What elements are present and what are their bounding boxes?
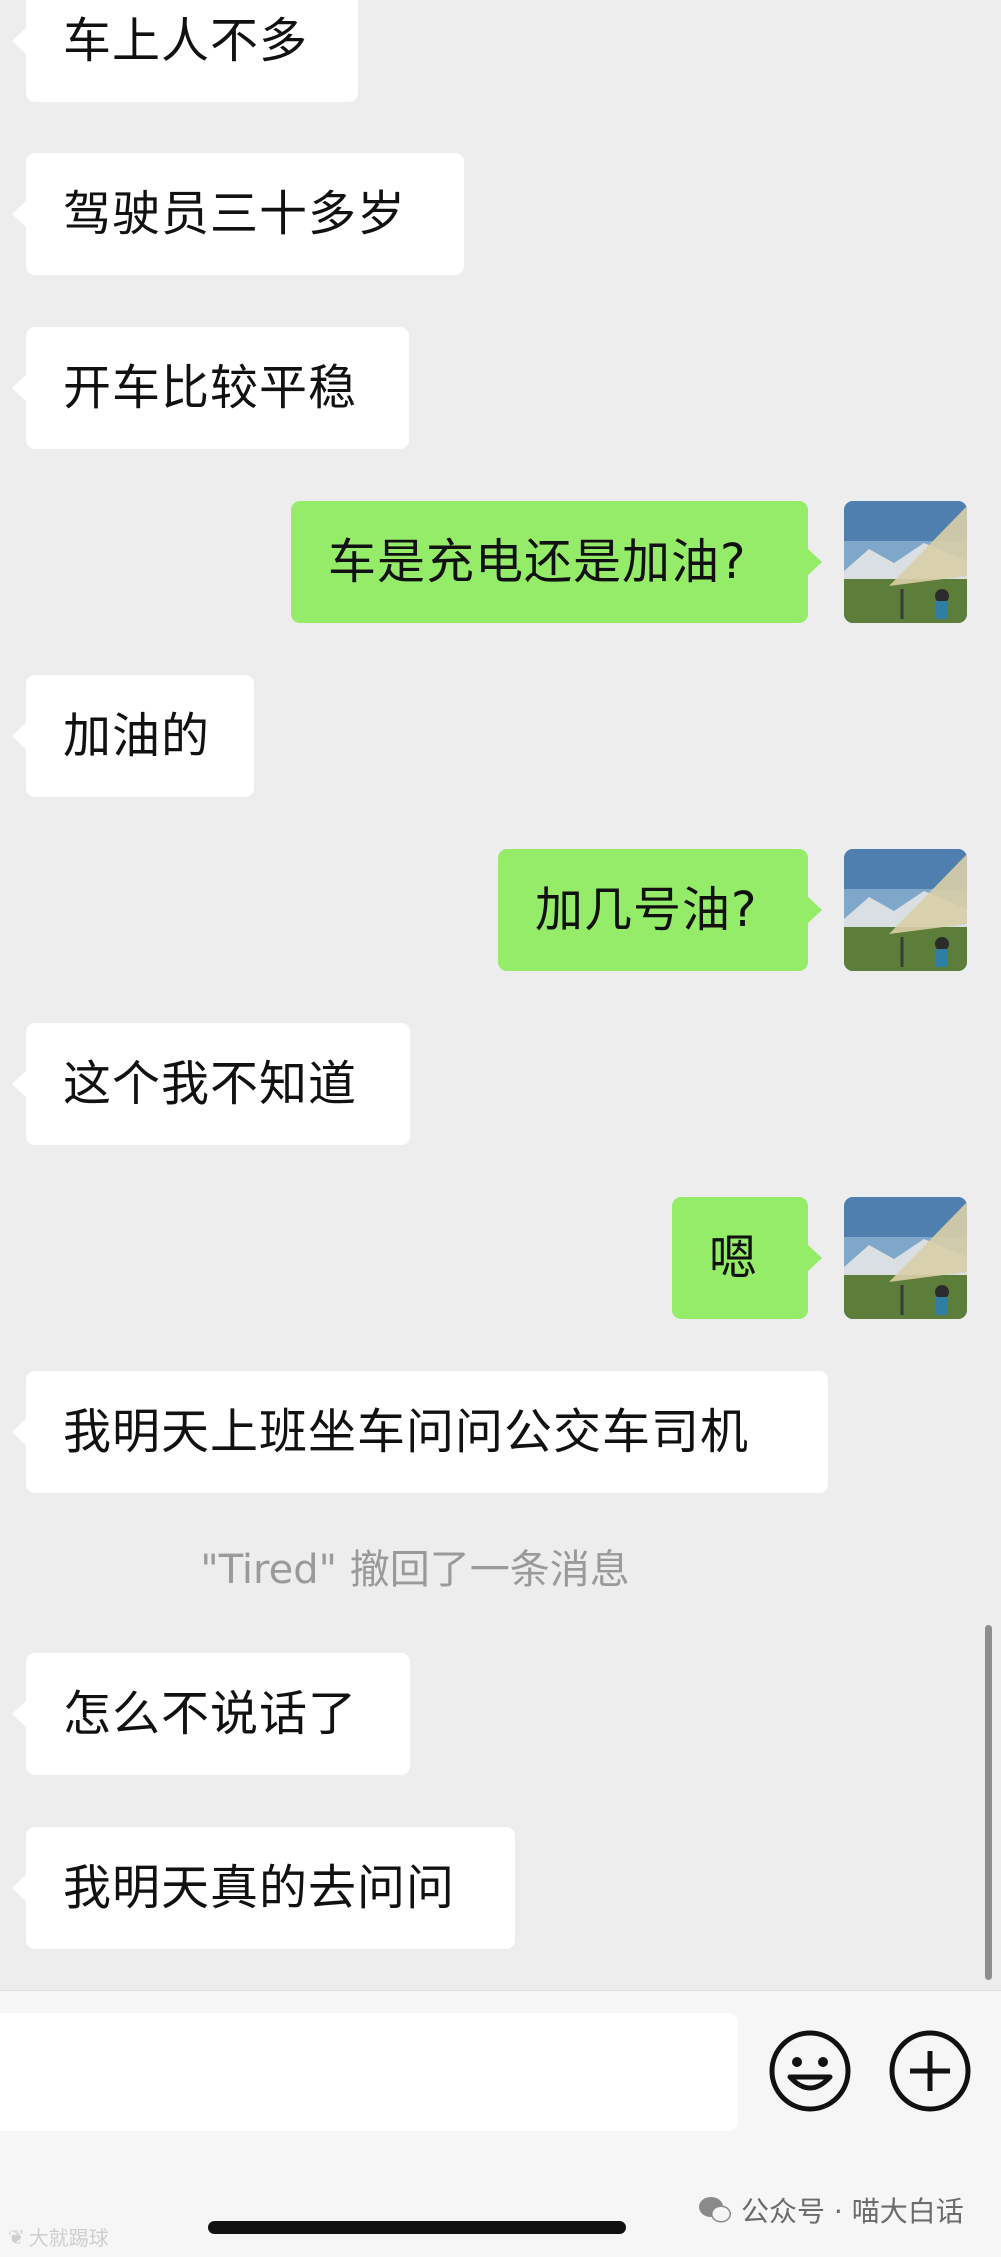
message-bubble-incoming[interactable]: 这个我不知道 <box>12 1023 410 1145</box>
message-bubble-incoming[interactable]: 驾驶员三十多岁 <box>12 153 464 275</box>
watermark-text: 大就踢球 <box>28 2226 109 2250</box>
message-bubble-incoming[interactable]: 我明天上班坐车问问公交车司机 <box>12 1371 828 1493</box>
message-text: 这个我不知道 <box>63 1056 358 1112</box>
watermark-text: 公众号 · 喵大白话 <box>741 2195 964 2228</box>
message-bubble-incoming[interactable]: 车上人不多 <box>12 0 358 102</box>
user-avatar[interactable] <box>844 501 967 623</box>
message-text: 加几号油? <box>535 882 758 938</box>
avatar-photo <box>844 849 967 971</box>
message-bubble-incoming[interactable]: 怎么不说话了 <box>12 1653 410 1775</box>
message-text: 驾驶员三十多岁 <box>63 186 407 242</box>
message-bubble-outgoing[interactable]: 车是充电还是加油? <box>291 501 822 623</box>
wechat-icon <box>699 2197 731 2223</box>
scrollbar[interactable] <box>985 1625 992 1980</box>
watermark-right: 公众号 · 喵大白话 <box>697 2190 964 2230</box>
message-text: 加油的 <box>63 708 211 764</box>
recall-notice: "Tired" 撤回了一条消息 <box>200 1547 630 1593</box>
user-avatar[interactable] <box>844 1197 967 1319</box>
message-text: 开车比较平稳 <box>63 360 358 416</box>
watermark-left: ❦ 大就踢球 <box>8 2222 109 2251</box>
message-input[interactable] <box>0 2013 738 2131</box>
message-text: 怎么不说话了 <box>63 1686 358 1742</box>
message-bubble-incoming[interactable]: 我明天真的去问问 <box>12 1827 515 1949</box>
message-bubble-outgoing[interactable]: 加几号油? <box>498 849 822 971</box>
message-bubble-outgoing[interactable]: 嗯 <box>672 1197 822 1319</box>
chat-history[interactable]: 车上人不多 驾驶员三十多岁 开车比较平稳 车是充电还是加油? 加油的 加几号油?… <box>0 0 1001 1990</box>
watermark-logo-icon: ❦ <box>8 2224 25 2249</box>
user-avatar[interactable] <box>844 849 967 971</box>
home-indicator <box>208 2221 626 2234</box>
message-text: 我明天上班坐车问问公交车司机 <box>63 1404 750 1460</box>
message-text: 车是充电还是加油? <box>328 534 747 590</box>
message-text: 车上人不多 <box>63 13 309 69</box>
message-bubble-incoming[interactable]: 加油的 <box>12 675 254 797</box>
avatar-photo <box>844 501 967 623</box>
message-text: 我明天真的去问问 <box>63 1860 456 1916</box>
message-text: 嗯 <box>709 1230 759 1286</box>
smiley-icon[interactable] <box>766 2027 854 2115</box>
avatar-photo <box>844 1197 967 1319</box>
plus-circle-icon[interactable] <box>886 2027 974 2115</box>
message-bubble-incoming[interactable]: 开车比较平稳 <box>12 327 409 449</box>
